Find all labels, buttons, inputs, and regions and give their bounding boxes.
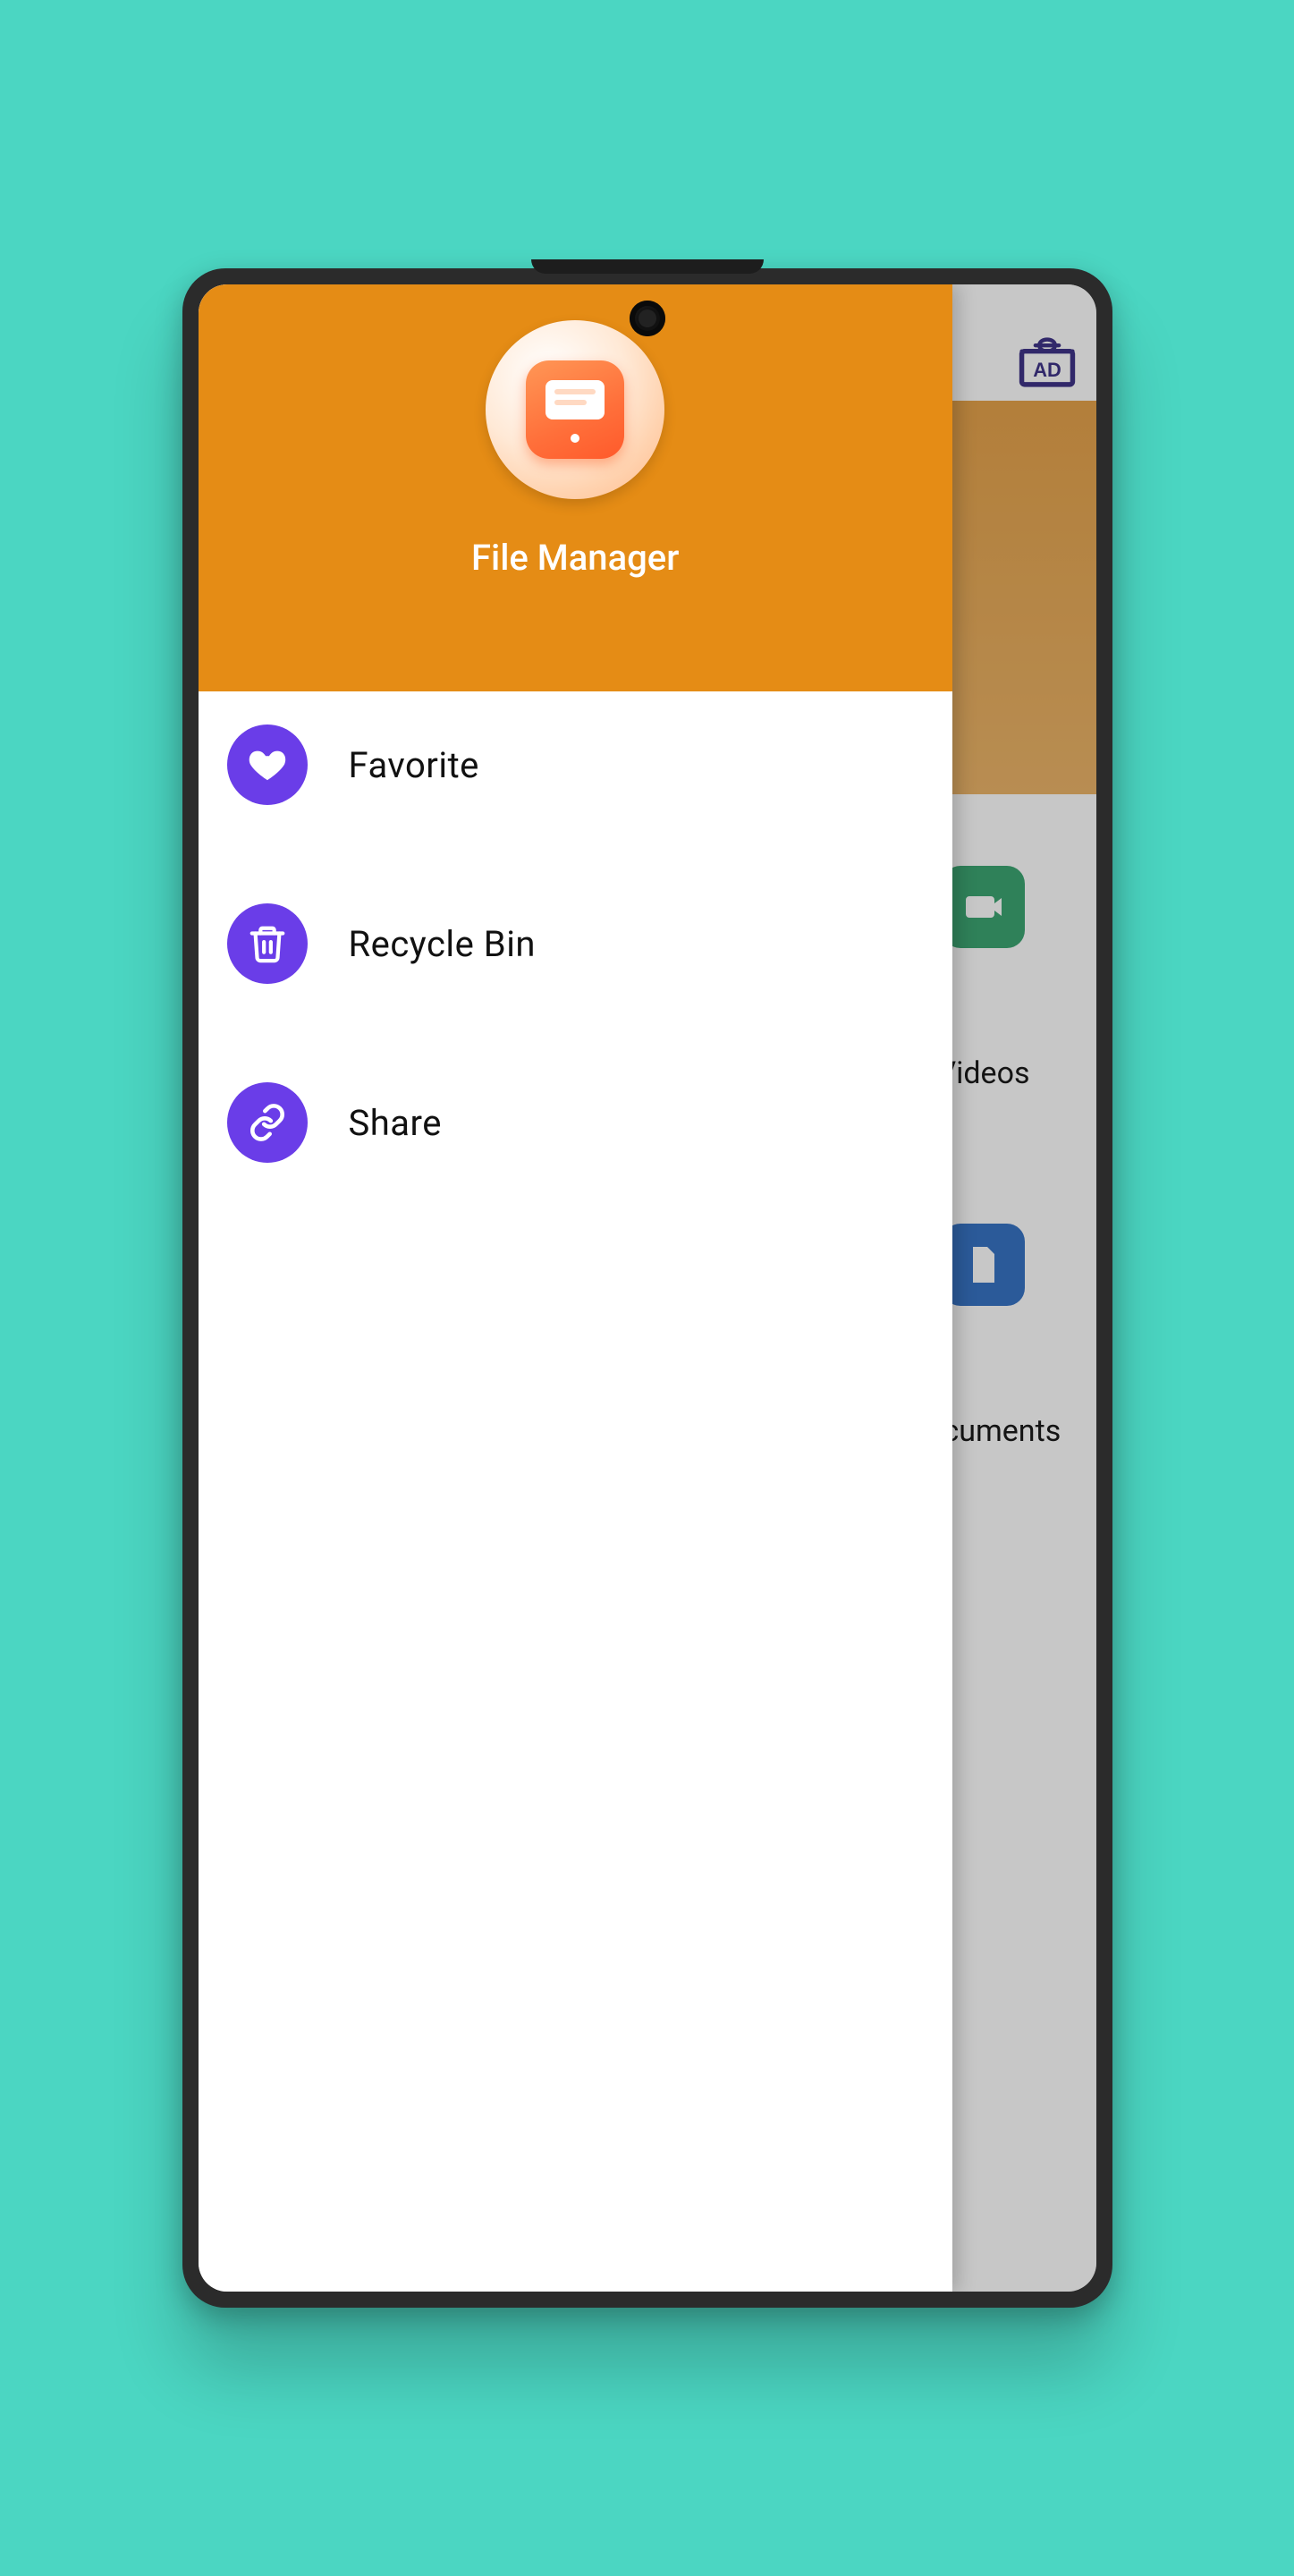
drawer-title: File Manager [471,537,679,579]
folder-icon [526,360,624,459]
drawer-list: Favorite Recycle Bin [199,691,952,1285]
ad-label: AD [1033,359,1061,381]
heart-icon [227,724,308,805]
drawer-item-favorite[interactable]: Favorite [224,720,927,809]
drawer-header: File Manager [199,284,952,691]
document-icon [943,1224,1025,1306]
navigation-drawer: File Manager Favorite [199,284,952,2292]
phone-screen: AD Videos Documents [199,284,1096,2292]
drawer-item-recycle-bin[interactable]: Recycle Bin [224,899,927,988]
camera-punch-hole [630,301,665,336]
app-logo [486,320,664,499]
phone-frame: AD Videos Documents [182,268,1112,2308]
link-icon [227,1082,308,1163]
trash-icon [227,903,308,984]
video-icon [943,866,1025,948]
ad-gift-icon[interactable]: AD [1016,334,1078,387]
drawer-item-label: Recycle Bin [349,923,537,965]
drawer-item-share[interactable]: Share [224,1078,927,1167]
drawer-item-label: Favorite [349,744,479,786]
drawer-item-label: Share [349,1102,442,1144]
